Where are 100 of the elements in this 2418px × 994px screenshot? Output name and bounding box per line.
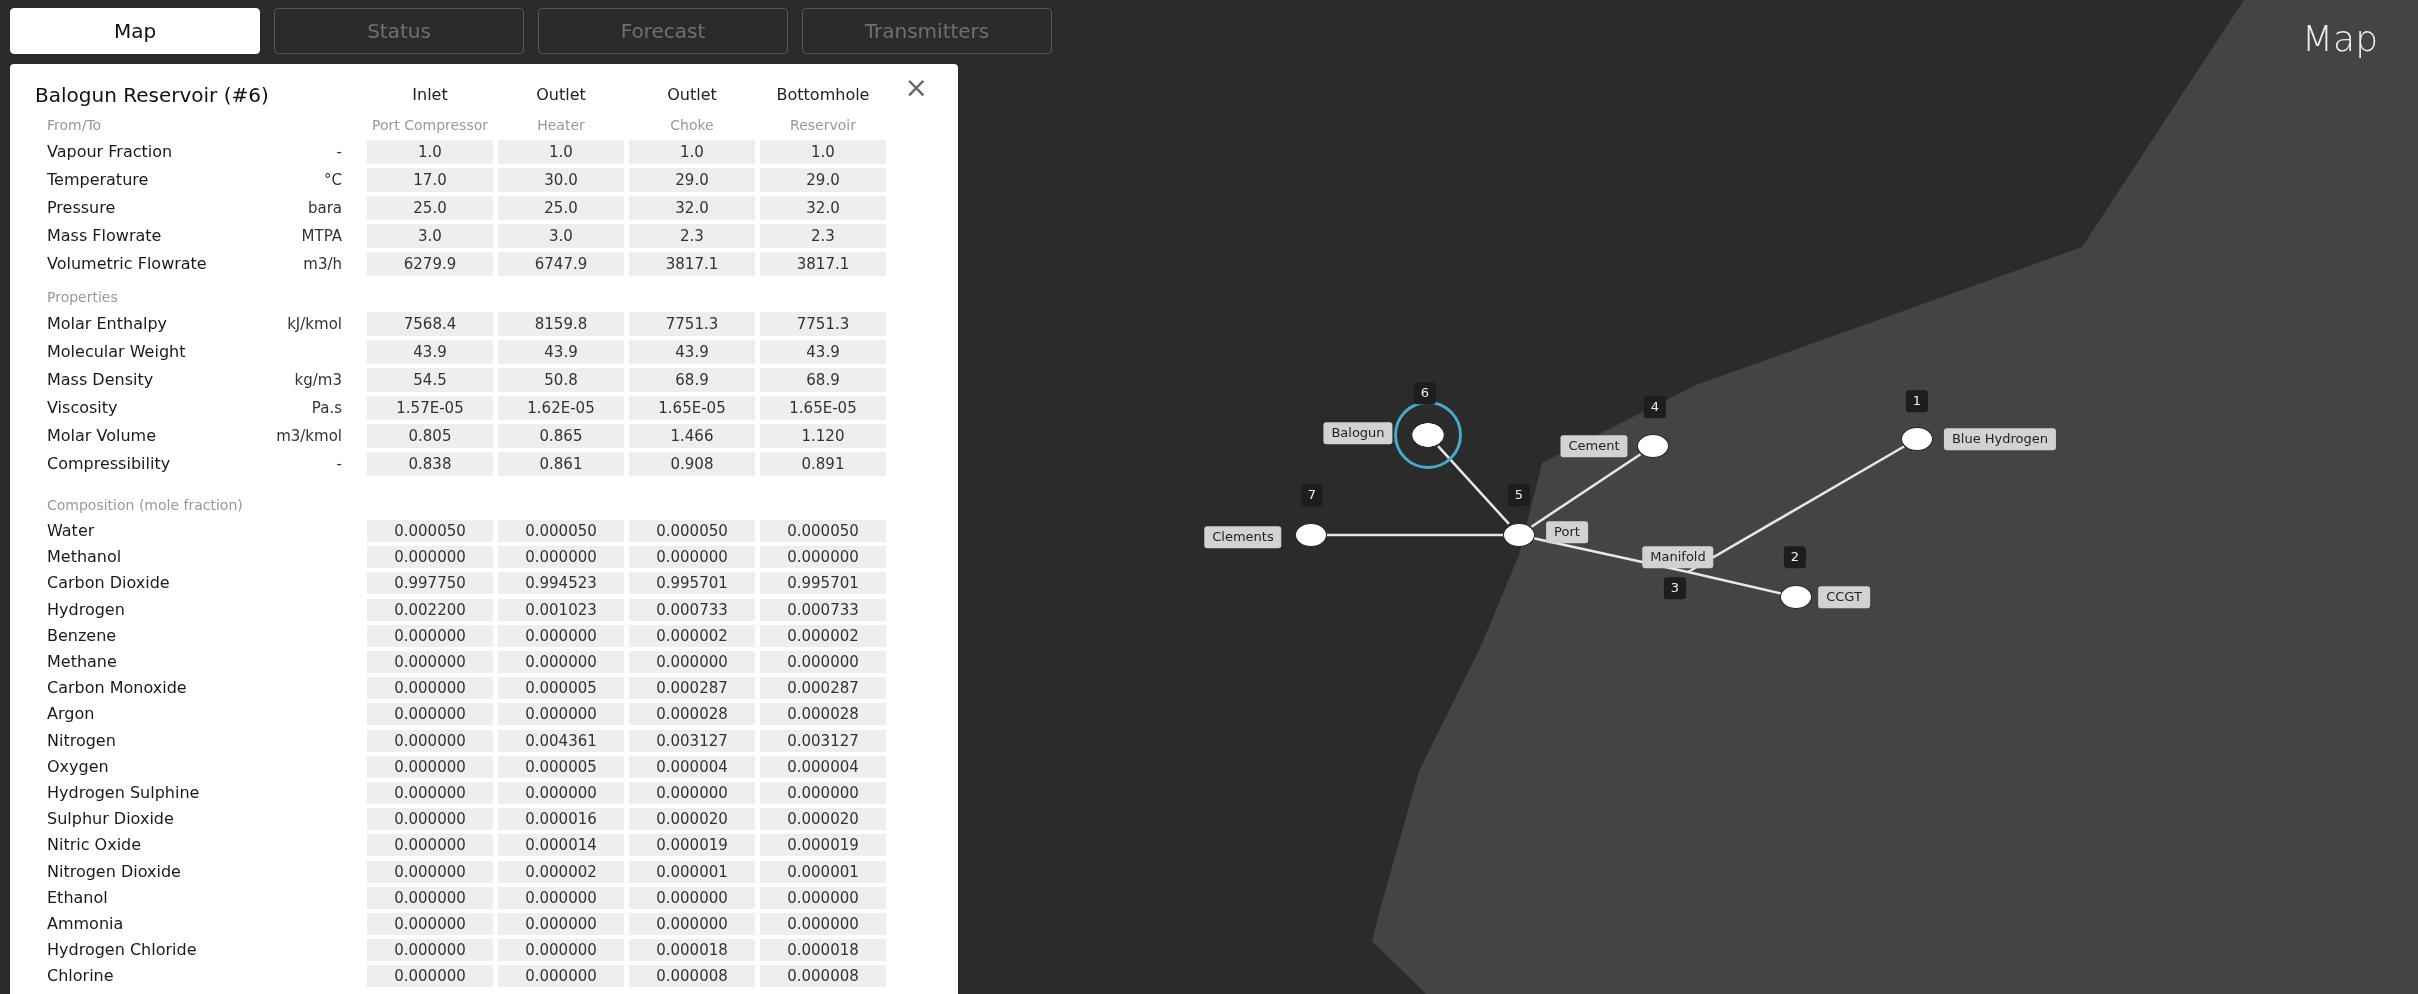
table-cell: 0.000000 (629, 781, 755, 804)
node-label: CCGT (1818, 586, 1870, 608)
table-cell: 1.62E-05 (498, 396, 624, 420)
table-cell: 0.000000 (367, 729, 493, 752)
table-cell: 32.0 (760, 196, 886, 220)
tab[interactable]: Map (10, 8, 260, 54)
table-cell: 0.000005 (498, 755, 624, 778)
table-cell: 0.995701 (629, 572, 755, 595)
table-cell: 0.000000 (760, 651, 886, 674)
column-subheader: Port Compressor (370, 115, 489, 135)
table-cell: 0.000019 (629, 834, 755, 857)
table-cell: 1.0 (629, 140, 755, 164)
table-cell: 0.000000 (498, 965, 624, 988)
table-cell: 8159.8 (498, 312, 624, 336)
table-cell: 0.000000 (498, 651, 624, 674)
tab[interactable]: Status (274, 8, 524, 54)
table-cell: 0.000000 (367, 677, 493, 700)
node-label: Manifold (1642, 546, 1714, 568)
table-cell: 0.000000 (367, 755, 493, 778)
row-label: Nitric Oxide (47, 834, 143, 857)
row-label: Volumetric Flowrate (47, 253, 208, 275)
row-header: From/To (47, 115, 103, 135)
row-label: Compressibility (47, 453, 172, 475)
table-cell: 0.000050 (629, 520, 755, 543)
table-cell: 0.000000 (367, 624, 493, 647)
column-header: Inlet (411, 84, 449, 106)
table-cell: 0.000000 (367, 834, 493, 857)
table-cell: 0.001023 (498, 598, 624, 621)
table-cell: 0.000050 (760, 520, 886, 543)
table-cell: 0.000002 (498, 860, 624, 883)
table-cell: 0.000020 (629, 808, 755, 831)
unit-label: m3/kmol (275, 425, 343, 447)
table-cell: 0.000002 (629, 624, 755, 647)
row-label: Methanol (47, 546, 123, 569)
table-cell: 0.997750 (367, 572, 493, 595)
table-cell: 0.000028 (629, 703, 755, 726)
table-cell: 0.000000 (760, 886, 886, 909)
map-node[interactable] (1295, 523, 1327, 547)
column-subheader: Reservoir (789, 115, 857, 135)
table-cell: 43.9 (629, 340, 755, 364)
row-label: Ammonia (47, 912, 125, 935)
table-cell: 0.000000 (367, 939, 493, 962)
panel-title: Balogun Reservoir (#6) (35, 82, 270, 109)
table-cell: 0.000014 (498, 834, 624, 857)
table-cell: 0.000000 (367, 781, 493, 804)
column-header: Outlet (535, 84, 587, 106)
table-cell: 0.838 (367, 452, 493, 476)
table-cell: 0.000000 (367, 651, 493, 674)
table-cell: 0.861 (498, 452, 624, 476)
table-cell: 0.000000 (367, 703, 493, 726)
table-cell: 0.000000 (629, 546, 755, 569)
table-cell: 0.000050 (498, 520, 624, 543)
row-label: Molecular Weight (47, 341, 187, 363)
table-cell: 50.8 (498, 368, 624, 392)
map-node[interactable] (1503, 523, 1535, 547)
section-heading: Composition (mole fraction) (47, 495, 244, 515)
node-label: Cement (1560, 435, 1628, 457)
table-cell: 32.0 (629, 196, 755, 220)
row-label: Nitrogen Dioxide (47, 860, 182, 883)
table-cell: 1.65E-05 (760, 396, 886, 420)
row-label: Benzene (47, 624, 118, 647)
table-cell: 0.000001 (760, 860, 886, 883)
node-label: Port (1546, 521, 1588, 543)
row-label: Carbon Dioxide (47, 572, 171, 595)
table-cell: 0.000019 (760, 834, 886, 857)
table-cell: 0.000000 (498, 912, 624, 935)
table-cell: 1.57E-05 (367, 396, 493, 420)
row-label: Hydrogen Chloride (47, 939, 198, 962)
row-label: Carbon Monoxide (47, 677, 188, 700)
table-cell: 0.000004 (760, 755, 886, 778)
table-cell: 0.000000 (367, 886, 493, 909)
table-cell: 3.0 (367, 224, 493, 248)
table-cell: 0.000287 (760, 677, 886, 700)
unit-label: Pa.s (310, 397, 343, 419)
close-button[interactable]: × (900, 74, 932, 102)
table-cell: 0.000000 (629, 651, 755, 674)
table-cell: 0.000000 (498, 546, 624, 569)
table-cell: 0.000018 (629, 939, 755, 962)
tab[interactable]: Forecast (538, 8, 788, 54)
row-label: Sulphur Dioxide (47, 808, 175, 831)
table-cell: 0.000000 (498, 886, 624, 909)
table-cell: 0.000008 (629, 965, 755, 988)
tab[interactable]: Transmitters (802, 8, 1052, 54)
table-cell: 0.994523 (498, 572, 624, 595)
table-cell: 1.0 (498, 140, 624, 164)
table-cell: 17.0 (367, 168, 493, 192)
table-cell: 0.000001 (629, 860, 755, 883)
table-cell: 0.000028 (760, 703, 886, 726)
unit-label: m3/h (302, 253, 343, 275)
table-cell: 7568.4 (367, 312, 493, 336)
table-cell: 0.805 (367, 424, 493, 448)
table-cell: 29.0 (629, 168, 755, 192)
table-cell: 0.003127 (760, 729, 886, 752)
table-cell: 25.0 (498, 196, 624, 220)
table-cell: 0.000020 (760, 808, 886, 831)
table-cell: 2.3 (629, 224, 755, 248)
row-label: Oxygen (47, 755, 110, 778)
table-cell: 3.0 (498, 224, 624, 248)
table-cell: 0.000050 (367, 520, 493, 543)
row-label: Hydrogen Sulphine (47, 781, 201, 804)
